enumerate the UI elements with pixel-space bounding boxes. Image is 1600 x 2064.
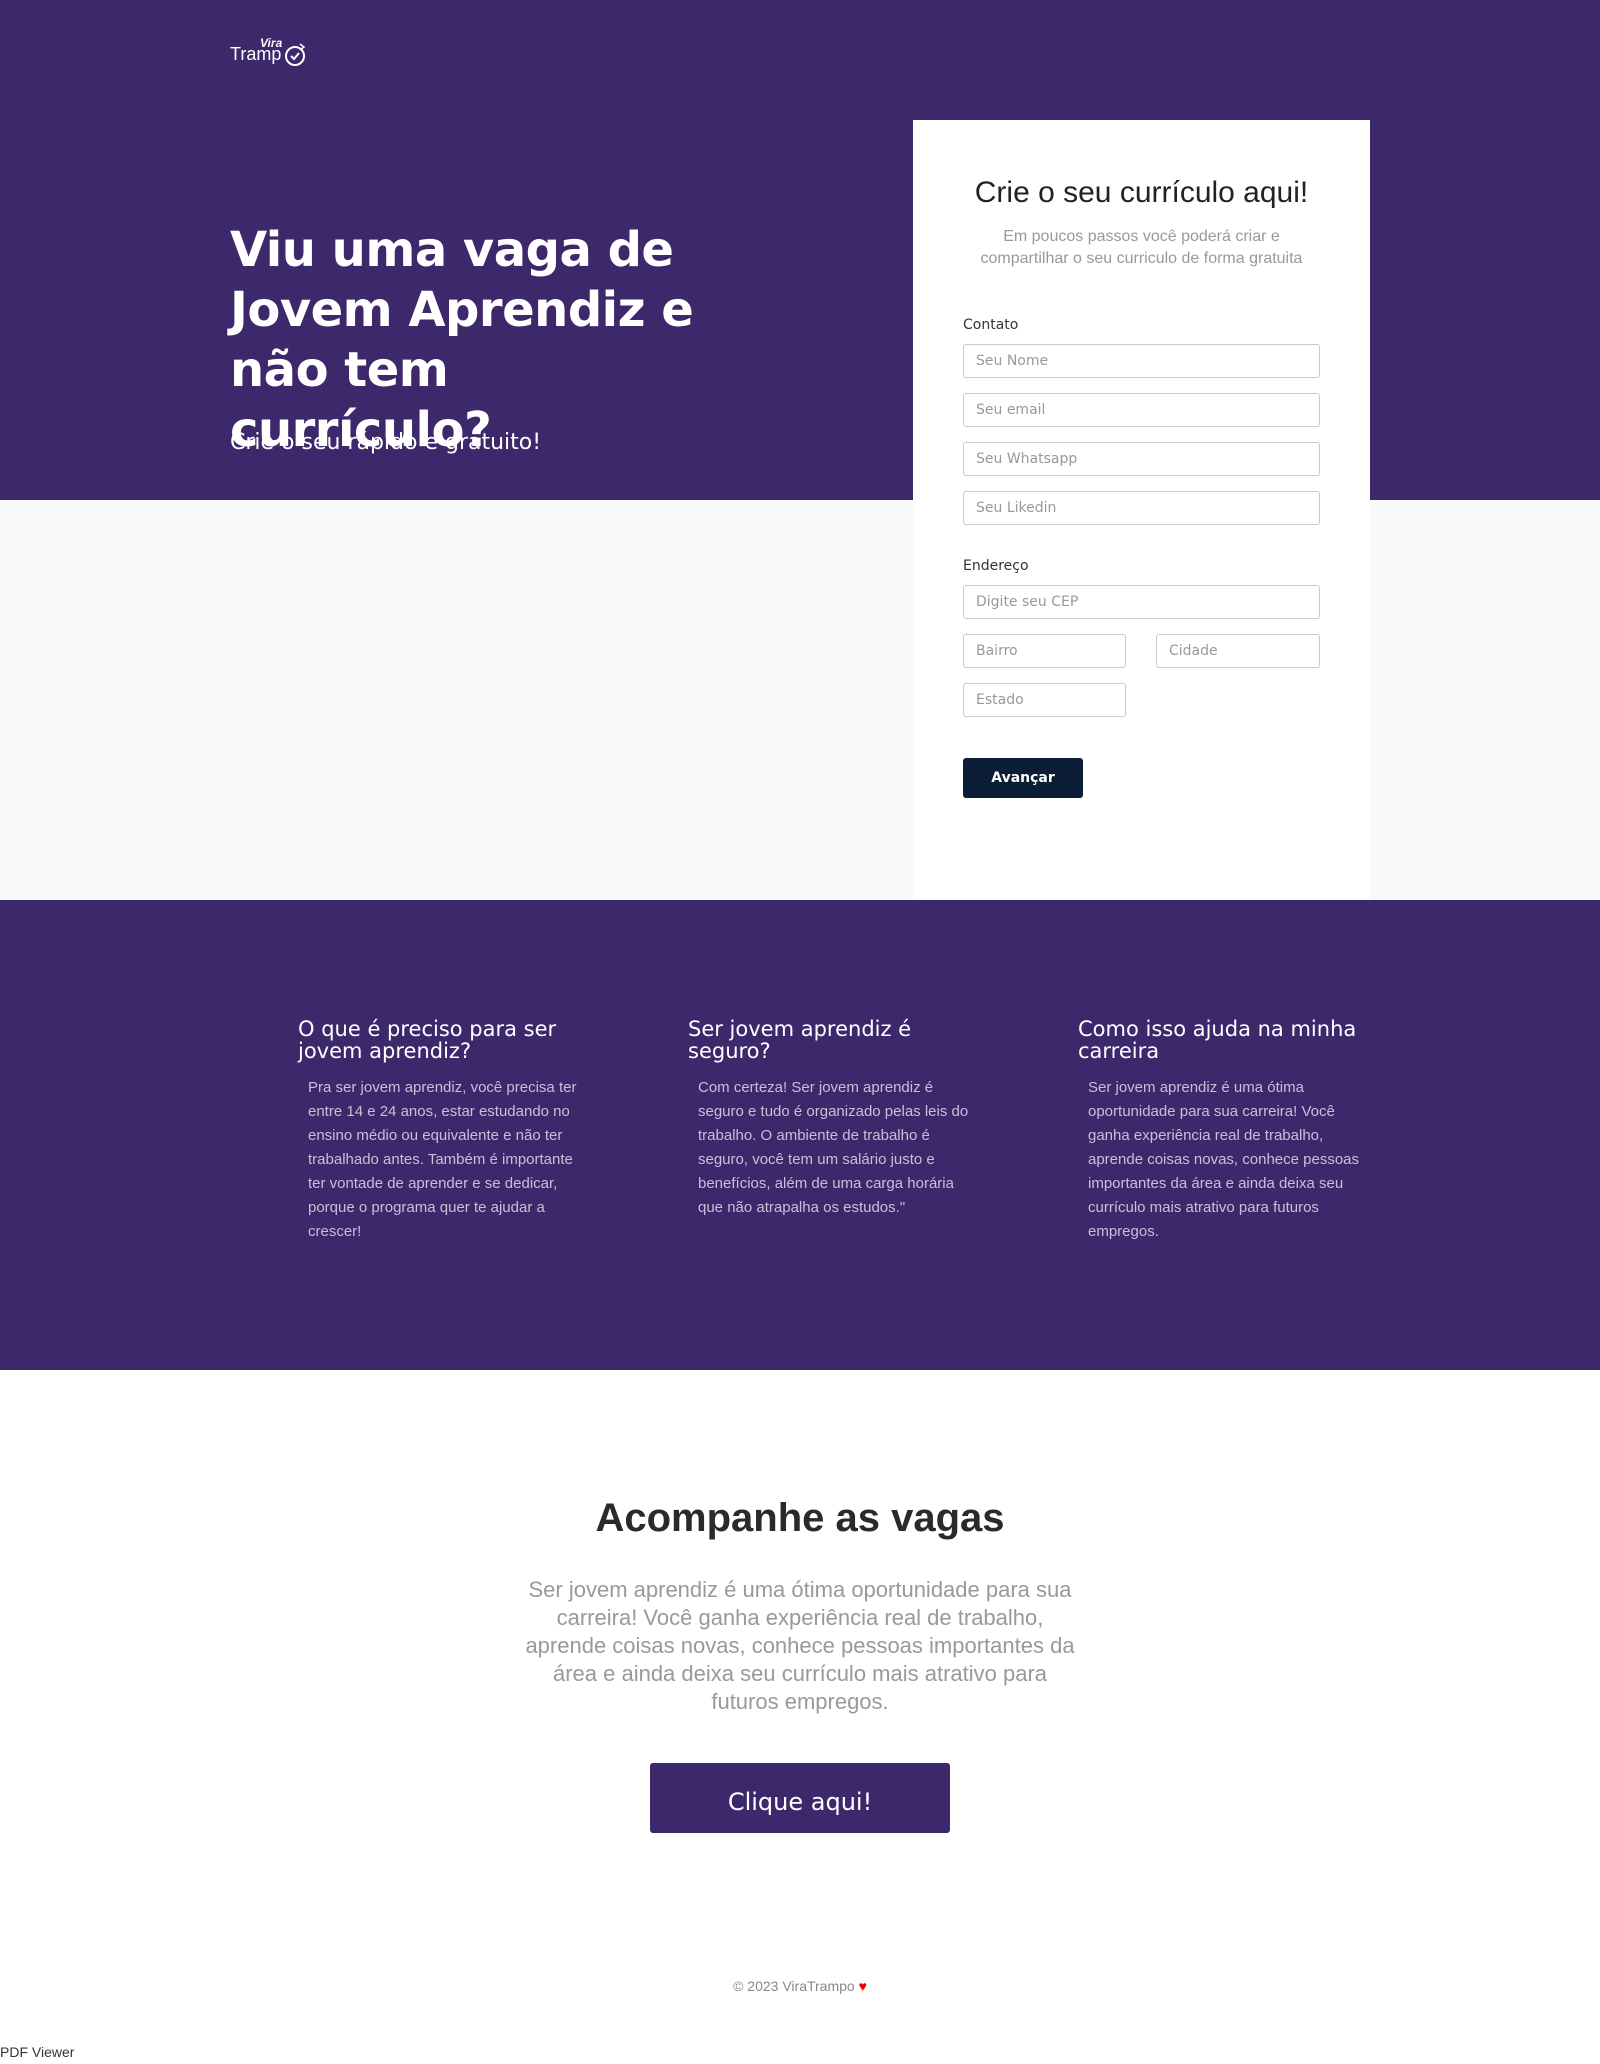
resume-form-card: Crie o seu currículo aqui! Em poucos pas… [913, 120, 1370, 900]
estado-input[interactable] [963, 683, 1126, 717]
info-text: Ser jovem aprendiz é uma ótima oportunid… [1088, 1079, 1360, 1240]
email-input[interactable] [963, 393, 1320, 427]
click-here-button[interactable]: Clique aqui! [650, 1763, 950, 1833]
cidade-input[interactable] [1156, 634, 1320, 668]
info-column-safety: Ser jovem aprendiz é seguro? Com certeza… [688, 1018, 978, 1220]
linkedin-input[interactable] [963, 491, 1320, 525]
hero-title: Viu uma vaga de Jovem Aprendiz e não tem… [230, 222, 694, 458]
info-text: Com certeza! Ser jovem aprendiz é seguro… [698, 1079, 969, 1216]
whatsapp-input[interactable] [963, 442, 1320, 476]
footer: © 2023 ViraTrampo ♥ [0, 1978, 1600, 1994]
form-description: Em poucos passos você poderá criar e com… [980, 228, 1303, 267]
contact-label: Contato [963, 317, 1019, 333]
logo[interactable]: Vira Tramp [230, 36, 320, 70]
info-title: O que é preciso para ser jovem aprendiz? [298, 1017, 557, 1063]
info-section: O que é preciso para ser jovem aprendiz?… [0, 900, 1600, 1370]
advance-button[interactable]: Avançar [963, 758, 1083, 798]
info-column-requirements: O que é preciso para ser jovem aprendiz?… [298, 1018, 588, 1244]
vagas-title: Acompanhe as vagas [595, 1496, 1005, 1540]
hero-subtitle: Crie o seu rápido e gratuito! [230, 430, 542, 455]
address-label: Endereço [963, 558, 1029, 574]
info-title: Ser jovem aprendiz é seguro? [688, 1017, 912, 1063]
logo-refresh-icon [285, 43, 306, 66]
footer-copyright: © 2023 ViraTrampo [733, 1978, 855, 1994]
heart-icon: ♥ [858, 1978, 867, 1994]
name-input[interactable] [963, 344, 1320, 378]
info-title: Como isso ajuda na minha carreira [1078, 1017, 1357, 1063]
cep-input[interactable] [963, 585, 1320, 619]
vagas-section: Acompanhe as vagas Ser jovem aprendiz é … [0, 1370, 1600, 2064]
pdf-viewer-image: PDF Viewer [0, 2044, 75, 2060]
form-title: Crie o seu currículo aqui! [974, 176, 1309, 209]
bairro-input[interactable] [963, 634, 1126, 668]
logo-main-text: Tramp [230, 44, 282, 64]
info-column-career: Como isso ajuda na minha carreira Ser jo… [1078, 1018, 1368, 1244]
vagas-text: Ser jovem aprendiz é uma ótima oportunid… [525, 1577, 1075, 1714]
page: Vira Tramp Viu uma vaga de Jovem Aprendi… [0, 0, 1600, 2064]
info-text: Pra ser jovem aprendiz, você precisa ter… [308, 1079, 577, 1240]
